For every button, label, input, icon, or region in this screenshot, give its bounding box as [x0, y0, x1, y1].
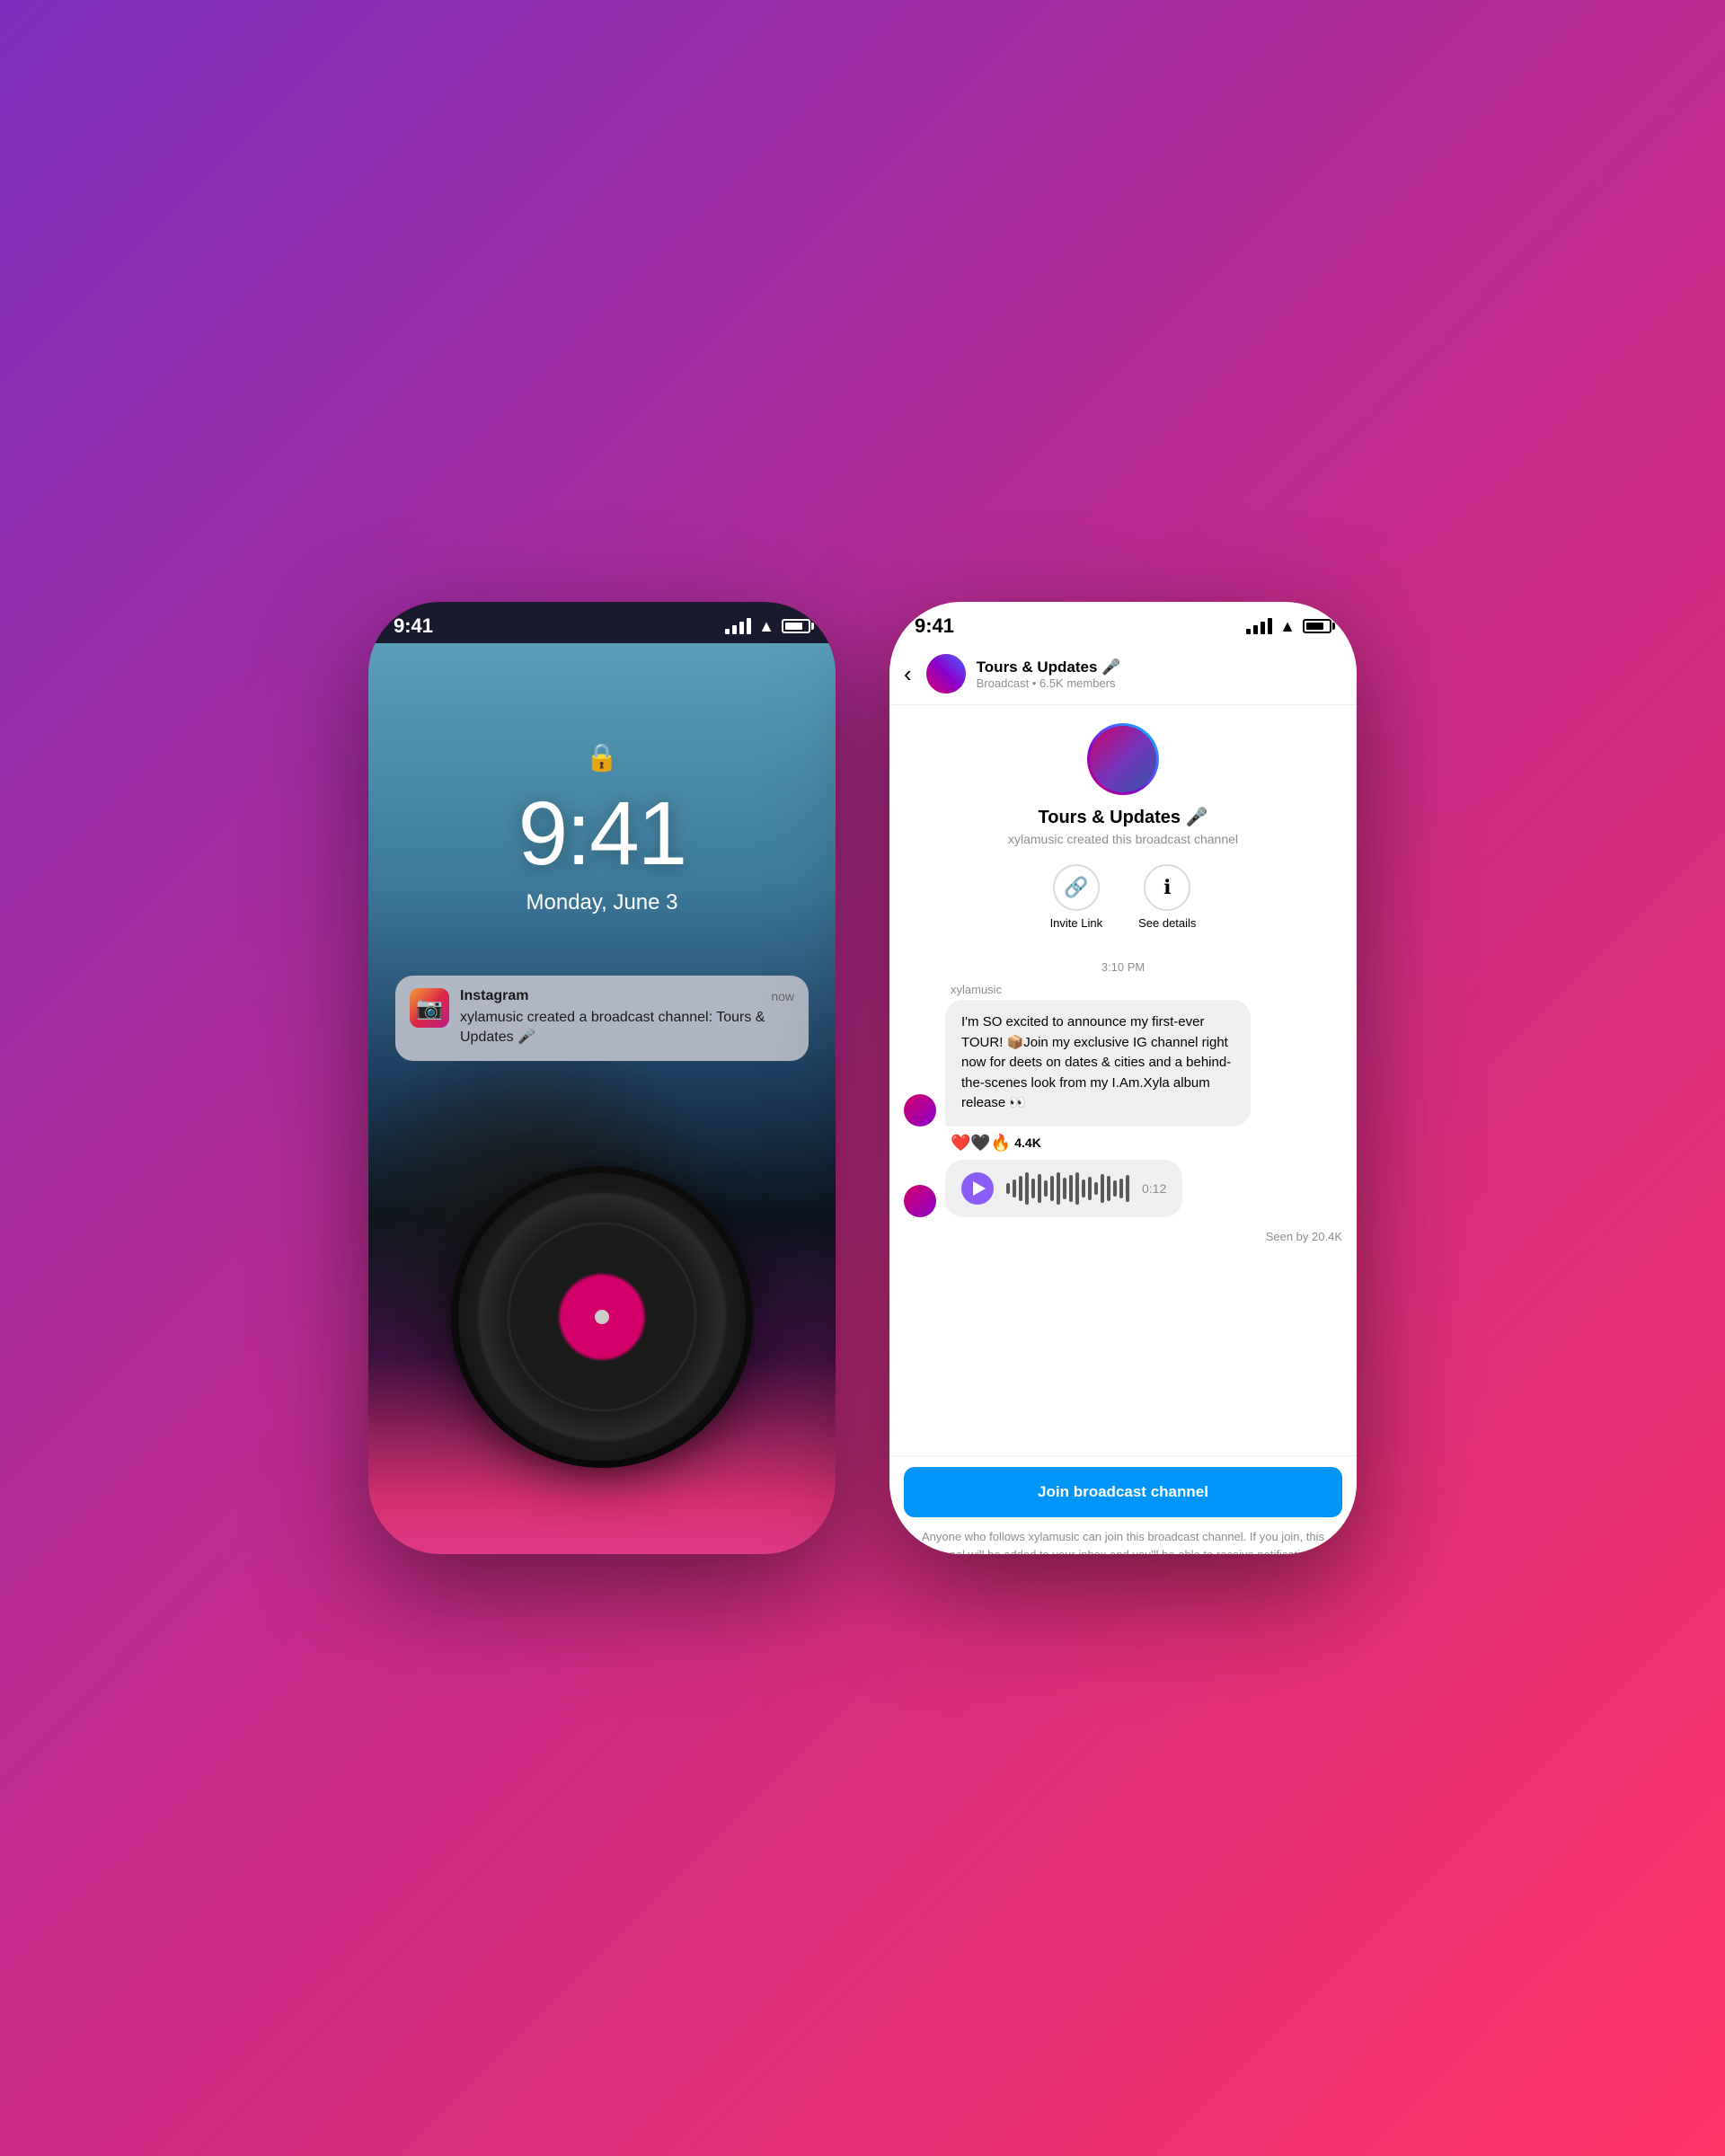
lock-date: Monday, June 3	[368, 890, 836, 915]
message-row-audio: 0:12	[904, 1160, 1342, 1217]
profile-section: Tours & Updates 🎤 xylamusic created this…	[904, 705, 1342, 951]
chat-screen: ‹ Tours & Updates 🎤 Broadcast • 6.5K mem…	[889, 643, 1357, 1554]
chat-header: ‹ Tours & Updates 🎤 Broadcast • 6.5K mem…	[889, 643, 1357, 705]
see-details-icon: ℹ	[1144, 864, 1190, 911]
channel-avatar	[926, 654, 966, 694]
reaction-count: 4.4K	[1014, 1135, 1041, 1150]
channel-name: Tours & Updates 🎤	[977, 658, 1342, 676]
profile-name: Tours & Updates 🎤	[1039, 806, 1208, 828]
join-area: Join broadcast channel Anyone who follow…	[889, 1455, 1357, 1554]
chat-body: Tours & Updates 🎤 xylamusic created this…	[889, 705, 1357, 1455]
sender-avatar-audio	[904, 1185, 936, 1217]
profile-avatar-large	[1087, 723, 1159, 795]
status-time-right: 9:41	[915, 614, 954, 638]
back-button[interactable]: ‹	[904, 660, 912, 688]
audio-bubble: 0:12	[945, 1160, 1182, 1217]
play-icon	[973, 1181, 986, 1196]
status-bar-right: 9:41 ▲	[889, 602, 1357, 643]
signal-icon-left	[725, 618, 751, 634]
notification-card[interactable]: 📷 Instagram now xylamusic created a broa…	[395, 976, 809, 1061]
right-phone: 9:41 ▲ ‹ Tours & Updates 🎤 Broadcast • 6…	[889, 602, 1357, 1554]
vinyl-record	[458, 1173, 746, 1461]
status-icons-left: ▲	[725, 618, 810, 634]
message-sender: xylamusic	[904, 983, 1342, 996]
reaction-emojis: ❤️🖤🔥	[951, 1134, 1011, 1153]
notif-time: now	[771, 989, 794, 1003]
play-button[interactable]	[961, 1172, 994, 1205]
see-details-action[interactable]: ℹ See details	[1138, 864, 1196, 930]
status-icons-right: ▲	[1246, 618, 1331, 634]
instagram-icon: 📷	[410, 988, 449, 1028]
status-bar-left: 9:41 ▲	[368, 602, 836, 643]
battery-icon-left	[782, 619, 810, 633]
lock-time: 9:41	[368, 782, 836, 886]
message-reactions: ❤️🖤🔥 4.4K	[904, 1134, 1342, 1153]
message-bubble-text: I'm SO excited to announce my first-ever…	[945, 1000, 1251, 1127]
audio-duration: 0:12	[1142, 1181, 1166, 1196]
notif-app-name: Instagram	[460, 988, 528, 1004]
wifi-icon-left: ▲	[758, 618, 774, 634]
profile-created-by: xylamusic created this broadcast channel	[1008, 832, 1238, 846]
left-phone: 9:41 ▲ 🔒 9:41 Monday, June 3 📷 Instagram	[368, 602, 836, 1554]
status-time-left: 9:41	[394, 614, 433, 638]
waveform	[1006, 1172, 1129, 1205]
join-broadcast-button[interactable]: Join broadcast channel	[904, 1467, 1342, 1517]
lock-screen: 🔒 9:41 Monday, June 3 📷 Instagram now xy…	[368, 643, 836, 1554]
notif-text: xylamusic created a broadcast channel: T…	[460, 1008, 794, 1048]
wifi-icon-right: ▲	[1279, 618, 1296, 634]
sender-avatar	[904, 1094, 936, 1127]
battery-icon-right	[1303, 619, 1331, 633]
signal-icon-right	[1246, 618, 1272, 634]
channel-sub: Broadcast • 6.5K members	[977, 676, 1342, 690]
message-row-text: I'm SO excited to announce my first-ever…	[904, 1000, 1342, 1127]
invite-link-label: Invite Link	[1050, 916, 1103, 930]
time-separator: 3:10 PM	[904, 951, 1342, 983]
lock-icon: 🔒	[585, 742, 618, 773]
join-disclaimer: Anyone who follows xylamusic can join th…	[904, 1528, 1342, 1554]
seen-by: Seen by 20.4K	[904, 1224, 1342, 1254]
see-details-label: See details	[1138, 916, 1196, 930]
invite-link-action[interactable]: 🔗 Invite Link	[1050, 864, 1103, 930]
invite-link-icon: 🔗	[1053, 864, 1100, 911]
profile-actions: 🔗 Invite Link ℹ See details	[1050, 864, 1197, 930]
